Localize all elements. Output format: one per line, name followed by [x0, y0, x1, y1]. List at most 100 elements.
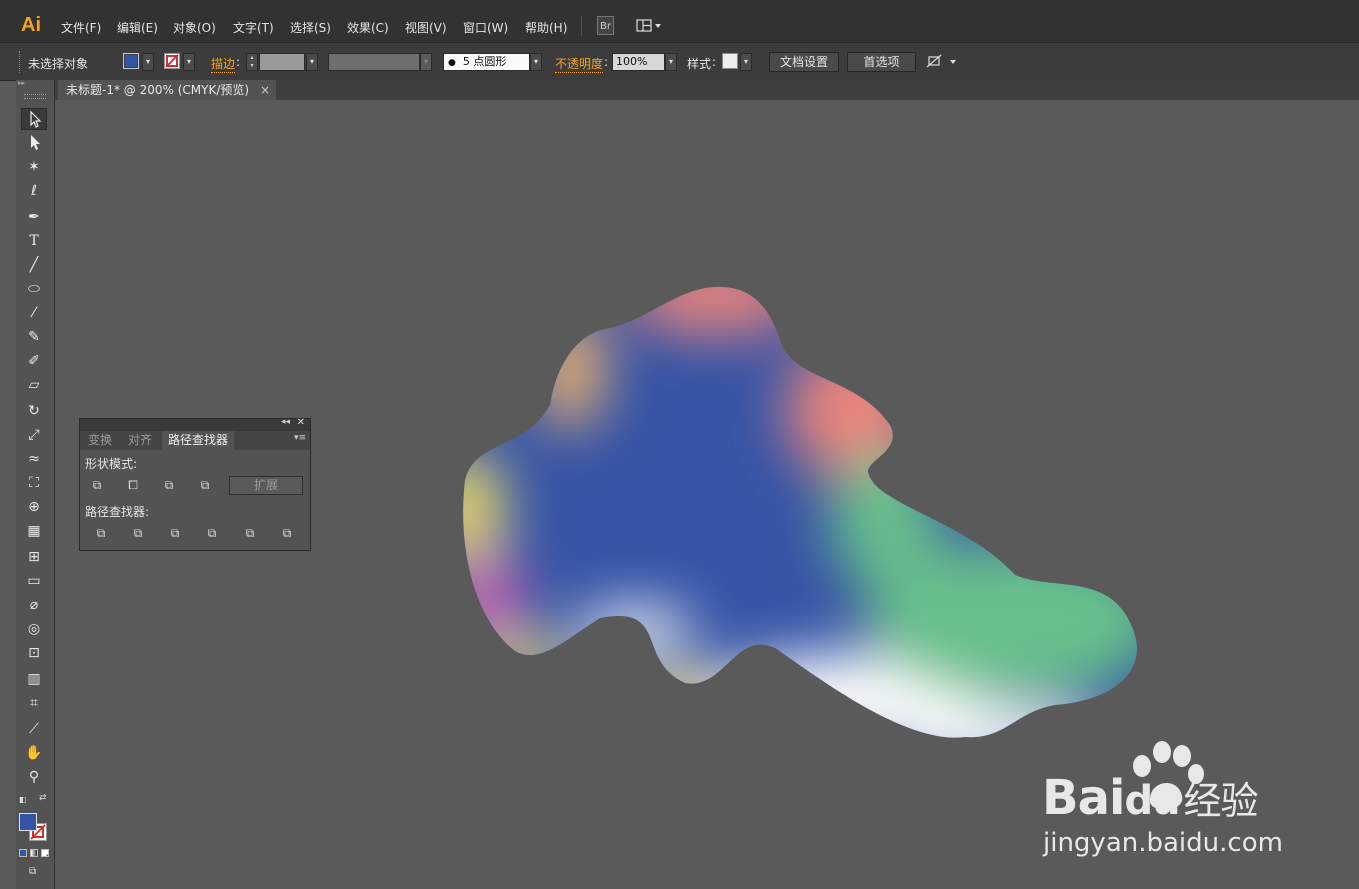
eraser-tool-icon[interactable]: ▱ — [21, 374, 47, 396]
free-transform-tool-icon[interactable]: ⛶ — [21, 472, 47, 494]
fill-dropdown[interactable]: ▾ — [142, 53, 154, 71]
trim-icon[interactable]: ⧉ — [130, 525, 146, 541]
selection-tool-icon[interactable] — [21, 108, 47, 130]
no-stroke-icon — [165, 54, 179, 68]
menu-edit[interactable]: 编辑(E) — [117, 19, 158, 36]
close-tab-icon[interactable]: × — [260, 80, 270, 100]
menu-window[interactable]: 窗口(W) — [463, 19, 508, 36]
paintbrush-tool-icon[interactable]: ⁄ — [21, 302, 47, 324]
symbol-sprayer-tool-icon[interactable]: ⊡ — [21, 642, 47, 664]
brush-definition[interactable]: ● 5 点圆形 — [443, 53, 530, 71]
exclude-icon[interactable]: ⧉ — [197, 477, 213, 493]
minus-back-icon[interactable]: ⧉ — [279, 525, 295, 541]
ellipse-tool-icon[interactable]: ⬭ — [21, 278, 47, 300]
column-graph-tool-icon[interactable]: ▥ — [21, 668, 47, 690]
merge-icon[interactable]: ⧉ — [167, 525, 183, 541]
stroke-swatch[interactable] — [164, 53, 180, 69]
type-tool-icon[interactable]: T — [21, 230, 47, 252]
variable-width-profile[interactable] — [328, 53, 420, 71]
mesh-tool-icon[interactable]: ⊞ — [21, 546, 47, 568]
scale-tool-icon[interactable]: ⤢ — [21, 424, 47, 446]
drawing-mode-icon[interactable]: ⧉ — [29, 866, 41, 878]
toolbox-collapse-icon[interactable]: ▸▸ — [18, 80, 52, 87]
opacity-field[interactable]: 100% — [612, 53, 665, 71]
workspace-layout-button[interactable] — [635, 16, 665, 35]
control-bar: 未选择对象 ▾ ▾ 描边 : ▴ ▾ ▾ ▾ ● 5 点圆形 ▾ 不透明度 : 1… — [0, 43, 1359, 81]
document-setup-button[interactable]: 文档设置 — [769, 52, 839, 72]
direct-selection-tool-icon[interactable] — [21, 132, 47, 154]
zoom-tool-icon[interactable]: ⚲ — [21, 766, 47, 788]
grip-handle[interactable] — [19, 51, 22, 73]
pencil-tool-icon[interactable]: ✎ — [21, 326, 47, 348]
minus-front-icon[interactable]: ⧠ — [125, 477, 141, 493]
style-label: 样式 — [687, 57, 712, 71]
slice-tool-icon[interactable]: ⟋ — [21, 718, 47, 740]
bridge-button[interactable]: Br — [597, 16, 614, 35]
line-tool-icon[interactable]: ╱ — [21, 254, 47, 276]
brush-label: 点圆形 — [473, 55, 507, 68]
default-colors-icon[interactable]: ◧ — [19, 795, 29, 805]
toolbox-grip[interactable] — [24, 94, 46, 99]
blend-tool-icon[interactable]: ◎ — [21, 618, 47, 640]
outline-icon[interactable]: ⧉ — [242, 525, 258, 541]
eyedropper-tool-icon[interactable]: ⌀ — [21, 594, 47, 616]
swap-colors-icon[interactable]: ⇄ — [39, 793, 49, 803]
style-dropdown[interactable]: ▾ — [740, 53, 752, 71]
divide-icon[interactable]: ⧉ — [93, 525, 109, 541]
hand-tool-icon[interactable]: ✋ — [21, 742, 47, 764]
opacity-dropdown[interactable]: ▾ — [665, 53, 677, 71]
menu-file[interactable]: 文件(F) — [61, 19, 101, 36]
expand-button[interactable]: 扩展 — [229, 476, 303, 495]
profile-dropdown[interactable]: ▾ — [420, 53, 432, 71]
gradient-mode-button[interactable] — [30, 849, 38, 857]
tab-transform[interactable]: 变换 — [82, 431, 118, 450]
watermark-cn: 经验 — [1183, 779, 1259, 823]
lasso-tool-icon[interactable]: ℓ — [21, 180, 47, 202]
stroke-weight-stepper[interactable]: ▴ ▾ — [246, 53, 258, 71]
tab-align[interactable]: 对齐 — [122, 431, 158, 450]
color-mode-button[interactable] — [19, 849, 27, 857]
none-mode-button[interactable] — [41, 849, 49, 857]
tab-pathfinder[interactable]: 路径查找器 — [162, 431, 235, 450]
brush-dropdown[interactable]: ▾ — [530, 53, 542, 71]
menu-bar: Ai 文件(F) 编辑(E) 对象(O) 文字(T) 选择(S) 效果(C) 视… — [0, 0, 1359, 43]
stroke-label[interactable]: 描边 — [211, 55, 236, 73]
menu-effect[interactable]: 效果(C) — [347, 19, 389, 36]
stroke-dropdown[interactable]: ▾ — [183, 53, 195, 71]
watermark-url: jingyan.baidu.com — [1043, 828, 1283, 858]
panel-menu-icon[interactable]: ▾≡ — [294, 433, 306, 443]
gradient-tool-icon[interactable]: ▭ — [21, 570, 47, 592]
stroke-weight-field[interactable] — [259, 53, 305, 71]
fill-swatch[interactable] — [123, 53, 139, 69]
perspective-grid-tool-icon[interactable]: ▦ — [21, 520, 47, 542]
style-swatch[interactable] — [722, 53, 738, 69]
menu-help[interactable]: 帮助(H) — [525, 19, 567, 36]
rotate-tool-icon[interactable]: ↻ — [21, 400, 47, 422]
blob-brush-tool-icon[interactable]: ✐ — [21, 350, 47, 372]
panel-title-bar[interactable]: ◂◂ ✕ — [80, 417, 310, 431]
brush-size: 5 — [462, 55, 470, 68]
magic-wand-tool-icon[interactable]: ✶ — [21, 156, 47, 178]
opacity-label[interactable]: 不透明度 — [555, 55, 604, 73]
intersect-icon[interactable]: ⧉ — [161, 477, 177, 493]
panel-close-icon[interactable]: ✕ — [297, 417, 305, 428]
menu-object[interactable]: 对象(O) — [173, 19, 216, 36]
menu-view[interactable]: 视图(V) — [405, 19, 447, 36]
document-tab-title: 未标题-1* @ 200% (CMYK/预览) — [66, 83, 250, 97]
pathfinder-panel: ◂◂ ✕ 变换 对齐 路径查找器 ▾≡ 形状模式: ⧉ ⧠ ⧉ ⧉ 扩展 路径查… — [79, 417, 311, 551]
pen-tool-icon[interactable]: ✒ — [21, 206, 47, 228]
arrange-documents-button[interactable] — [925, 53, 959, 71]
menu-type[interactable]: 文字(T) — [233, 19, 274, 36]
shape-builder-tool-icon[interactable]: ⊕ — [21, 496, 47, 518]
none-slash-icon — [45, 853, 48, 856]
menu-select[interactable]: 选择(S) — [290, 19, 331, 36]
fill-color-box[interactable] — [19, 813, 37, 831]
warp-tool-icon[interactable]: ≈ — [21, 448, 47, 470]
stroke-weight-dropdown[interactable]: ▾ — [306, 53, 318, 71]
crop-icon[interactable]: ⧉ — [204, 525, 220, 541]
document-tab[interactable]: 未标题-1* @ 200% (CMYK/预览) × — [58, 80, 276, 100]
preferences-button[interactable]: 首选项 — [847, 52, 916, 72]
unite-icon[interactable]: ⧉ — [89, 477, 105, 493]
artboard-tool-icon[interactable]: ⌗ — [21, 692, 47, 714]
panel-collapse-icon[interactable]: ◂◂ — [281, 417, 290, 427]
